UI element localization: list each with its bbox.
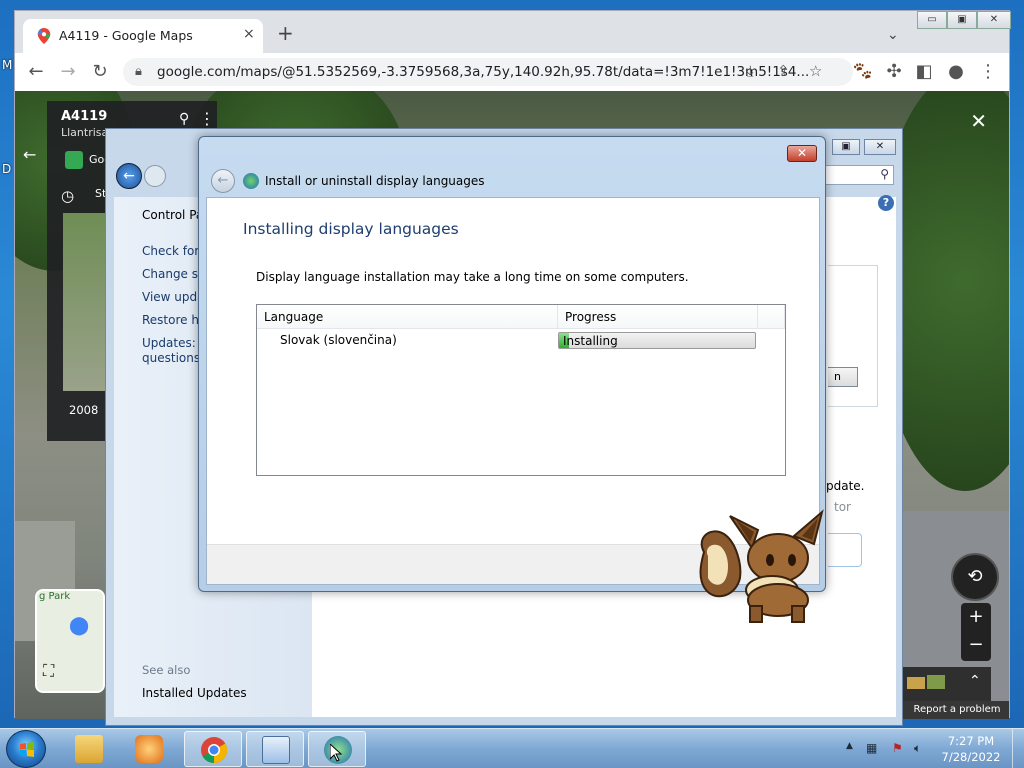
show-desktop-button[interactable] bbox=[1012, 729, 1024, 768]
wu-forward-icon[interactable] bbox=[144, 165, 166, 187]
place-title: A4119 bbox=[61, 109, 108, 124]
tab-close-button[interactable]: × bbox=[243, 26, 255, 42]
more-options-icon[interactable]: ⋮ bbox=[199, 109, 215, 128]
tab-strip: A4119 - Google Maps × + ⌄ ▭ ▣ ✕ bbox=[15, 11, 1011, 53]
network-icon[interactable]: ▦ bbox=[866, 741, 877, 755]
progress-bar: Installing bbox=[558, 332, 756, 349]
mouse-cursor-icon bbox=[330, 744, 342, 762]
progress-status: Installing bbox=[563, 334, 618, 348]
wu-close-button[interactable]: ✕ bbox=[864, 139, 896, 155]
thumbnail[interactable] bbox=[927, 675, 945, 689]
column-header-blank bbox=[758, 305, 785, 329]
back-arrow-icon[interactable]: ← bbox=[25, 61, 47, 83]
folder-icon bbox=[75, 735, 103, 763]
pin-icon[interactable]: ⚲ bbox=[179, 111, 189, 127]
wu-status-text: pdate. bbox=[826, 479, 865, 493]
maximize-button[interactable]: ▣ bbox=[947, 11, 977, 29]
google-photos-icon bbox=[65, 151, 83, 169]
globe-icon bbox=[243, 173, 259, 189]
installed-updates-link[interactable]: Installed Updates bbox=[142, 686, 247, 700]
chrome-icon bbox=[201, 737, 228, 764]
expand-map-icon[interactable]: ⛶ bbox=[43, 661, 54, 681]
zoom-out-button[interactable]: − bbox=[961, 631, 991, 659]
share-icon[interactable]: ⇪ bbox=[777, 62, 790, 80]
forward-arrow-icon[interactable]: → bbox=[57, 61, 79, 83]
wu-info-box bbox=[828, 533, 862, 567]
table-row[interactable]: Slovak (slovenčina) Installing bbox=[257, 330, 785, 352]
windows-logo-icon bbox=[20, 742, 34, 757]
zoom-in-button[interactable]: + bbox=[961, 603, 991, 631]
clock-time: 7:27 PM bbox=[947, 734, 995, 748]
dialog-back-icon[interactable]: ← bbox=[211, 169, 235, 193]
minimap-label: g Park bbox=[39, 591, 71, 602]
close-street-view-icon[interactable]: ✕ bbox=[970, 109, 987, 133]
help-icon[interactable]: ? bbox=[878, 195, 894, 211]
action-center-flag-icon[interactable]: ⚑ bbox=[892, 741, 903, 755]
extensions-puzzle-icon[interactable]: ✣ bbox=[883, 61, 905, 83]
install-icon[interactable]: ⤓ bbox=[747, 62, 754, 80]
taskbar-clock[interactable]: 7:27 PM 7/28/2022 bbox=[936, 733, 1006, 765]
tab-search-chevron-icon[interactable]: ⌄ bbox=[887, 27, 899, 43]
updates-faq-link-line2[interactable]: questions bbox=[142, 351, 200, 365]
wu-admin-text: tor bbox=[834, 500, 851, 514]
address-bar[interactable]: 🔒︎ google.com/maps/@51.5352569,-3.375956… bbox=[123, 58, 853, 86]
dialog-title: Install or uninstall display languages bbox=[265, 174, 485, 188]
language-list[interactable]: Language Progress Slovak (slovenčina) In… bbox=[256, 304, 786, 476]
column-header-language[interactable]: Language bbox=[257, 305, 558, 329]
street-view-back-icon[interactable]: ← bbox=[23, 145, 36, 164]
start-button[interactable] bbox=[6, 730, 46, 768]
reload-icon[interactable]: ↻ bbox=[89, 61, 111, 83]
row-language: Slovak (slovenčina) bbox=[280, 333, 397, 347]
volume-icon[interactable]: 🔈︎ bbox=[914, 741, 921, 756]
taskbar-media-player[interactable] bbox=[120, 731, 178, 767]
profile-avatar-icon[interactable]: ● bbox=[945, 61, 967, 83]
google-maps-icon bbox=[37, 28, 51, 44]
eevee-sprite-icon bbox=[699, 509, 824, 623]
dialog-description: Display language installation may take a… bbox=[256, 270, 689, 284]
wu-maximize-button[interactable]: ▣ bbox=[832, 139, 860, 155]
report-problem-link[interactable]: Report a problem bbox=[903, 701, 1009, 719]
desktop-icon-label: M bbox=[2, 58, 13, 72]
thumbnail[interactable] bbox=[907, 677, 925, 689]
taskbar-chrome[interactable] bbox=[184, 731, 242, 767]
new-tab-button[interactable]: + bbox=[277, 23, 294, 43]
map-pin-icon: ⬤ bbox=[69, 615, 90, 636]
media-player-icon bbox=[135, 735, 163, 763]
tab-google-maps[interactable]: A4119 - Google Maps × bbox=[23, 19, 263, 53]
lock-icon: 🔒︎ bbox=[135, 64, 142, 79]
dialog-close-button[interactable]: ✕ bbox=[787, 145, 817, 162]
desktop-icon-label: D bbox=[2, 162, 12, 176]
menu-dots-icon[interactable]: ⋮ bbox=[977, 61, 999, 83]
wu-back-icon[interactable]: ← bbox=[116, 163, 142, 189]
expand-up-icon[interactable]: ⌃ bbox=[969, 673, 981, 689]
dialog-heading: Installing display languages bbox=[243, 220, 459, 238]
minimize-button[interactable]: ▭ bbox=[917, 11, 947, 29]
taskbar-explorer[interactable] bbox=[60, 731, 118, 767]
see-also-heading: See also bbox=[142, 663, 191, 677]
tab-title: A4119 - Google Maps bbox=[59, 28, 193, 43]
clock-date: 7/28/2022 bbox=[941, 750, 1001, 764]
capture-year[interactable]: 2008 bbox=[69, 403, 98, 417]
control-panel-home-link[interactable]: Control Pa bbox=[142, 208, 203, 222]
taskbar: ▲ ▦ ⚑ 🔈︎ 7:27 PM 7/28/2022 bbox=[0, 728, 1024, 768]
compass-icon[interactable]: ⟲ bbox=[951, 553, 999, 601]
imagery-thumbnails[interactable]: ⌃ bbox=[903, 667, 991, 701]
minimap[interactable]: g Park ⬤ ⛶ bbox=[35, 589, 105, 693]
taskbar-control-panel[interactable] bbox=[246, 731, 304, 767]
control-panel-icon bbox=[262, 736, 290, 764]
browser-toolbar: ← → ↻ 🔒︎ google.com/maps/@51.5352569,-3.… bbox=[15, 53, 1009, 91]
search-icon: ⚲ bbox=[880, 167, 889, 181]
close-window-button[interactable]: ✕ bbox=[977, 11, 1011, 29]
wu-install-button[interactable]: n bbox=[828, 367, 858, 387]
column-header-progress[interactable]: Progress bbox=[558, 305, 758, 329]
url-text[interactable]: google.com/maps/@51.5352569,-3.3759568,3… bbox=[157, 64, 809, 80]
bookmark-star-icon[interactable]: ☆ bbox=[809, 62, 822, 80]
zoom-control: + − bbox=[961, 603, 991, 661]
paw-extension-icon[interactable]: 🐾︎ bbox=[851, 61, 874, 83]
side-panel-icon[interactable]: ◧ bbox=[913, 61, 935, 83]
history-clock-icon[interactable]: ◷ bbox=[61, 187, 74, 205]
tray-expand-icon[interactable]: ▲ bbox=[846, 741, 853, 751]
